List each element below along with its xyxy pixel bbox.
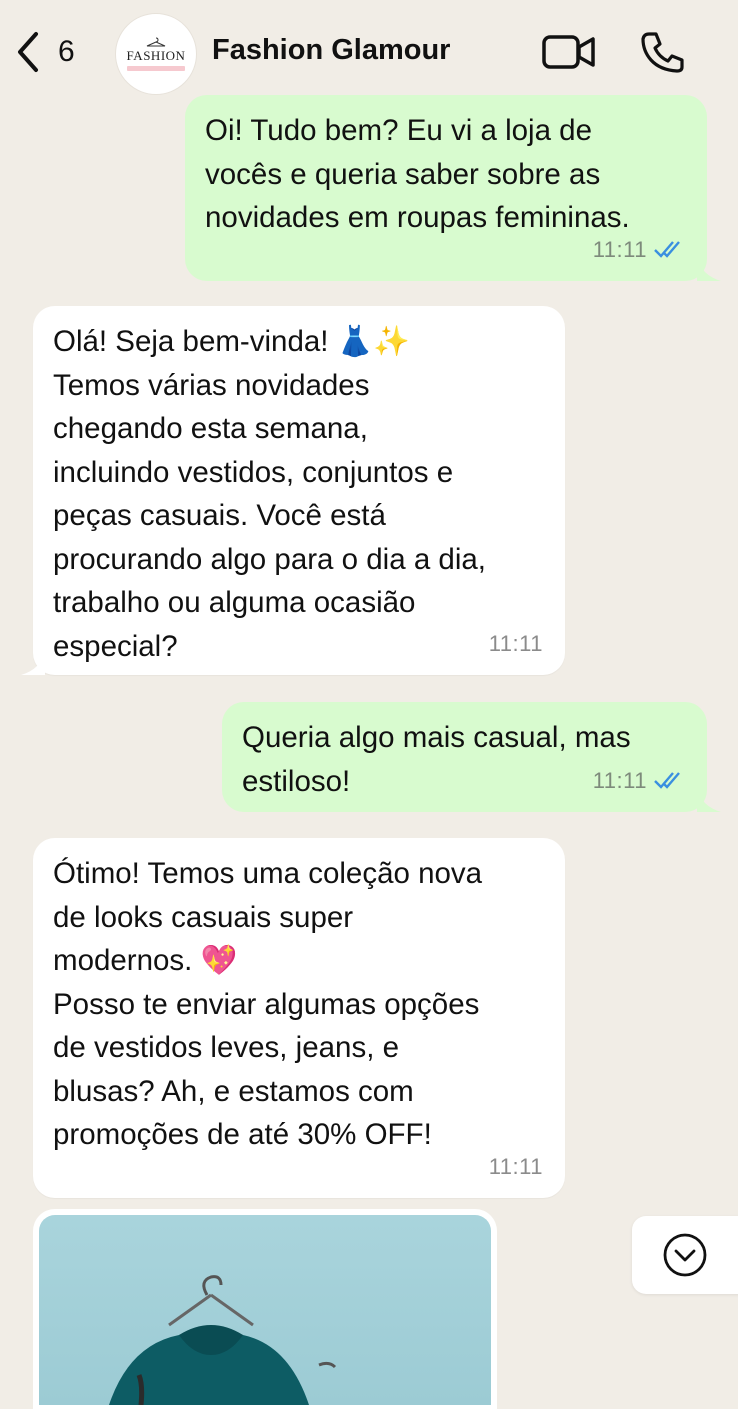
double-check-icon xyxy=(654,241,680,259)
message-bubble-incoming[interactable]: Ótimo! Temos uma coleção nova de looks c… xyxy=(33,838,565,1198)
message-bubble-incoming[interactable]: Olá! Seja bem-vinda! 👗✨ Temos várias nov… xyxy=(21,306,565,675)
message-meta: 11:11 xyxy=(593,228,685,272)
message-time: 11:11 xyxy=(592,767,647,793)
message-meta: 11:11 xyxy=(489,622,543,666)
message-time: 11:11 xyxy=(488,630,543,656)
chevron-down-circle-icon xyxy=(663,1233,707,1277)
contact-avatar[interactable]: FASHION xyxy=(115,13,197,95)
video-call-button[interactable] xyxy=(542,32,596,72)
chevron-left-icon xyxy=(18,32,38,72)
avatar-logo-bar xyxy=(127,66,185,71)
bubble-tail xyxy=(697,788,721,812)
double-check-icon xyxy=(654,772,680,790)
message-bubble-outgoing[interactable]: Queria algo mais casual, mas estiloso! 1… xyxy=(222,702,721,812)
scroll-to-bottom-button[interactable] xyxy=(632,1216,738,1294)
hanger-icon xyxy=(146,37,166,47)
product-image[interactable] xyxy=(39,1215,491,1405)
voice-call-button[interactable] xyxy=(640,30,686,74)
avatar-logo-text: FASHION xyxy=(126,48,186,63)
message-meta: 11:11 xyxy=(489,1145,543,1189)
bubble-tail xyxy=(21,651,45,675)
message-text: Oi! Tudo bem? Eu vi a loja de vocês e qu… xyxy=(205,114,630,234)
message-text: Ótimo! Temos uma coleção nova de looks c… xyxy=(53,857,483,1151)
image-message[interactable] xyxy=(33,1209,497,1409)
message-meta: 11:11 xyxy=(593,759,685,803)
phone-icon xyxy=(641,32,684,73)
message-time: 11:11 xyxy=(592,236,647,262)
unread-count: 6 xyxy=(58,35,75,68)
message-bubble-outgoing[interactable]: Oi! Tudo bem? Eu vi a loja de vocês e qu… xyxy=(185,95,721,281)
back-button[interactable]: 6 xyxy=(14,30,84,74)
chat-header: 6 FASHION Fashion Glamour xyxy=(0,0,738,100)
bubble-tail xyxy=(697,257,721,281)
message-text: Olá! Seja bem-vinda! 👗✨ Temos várias nov… xyxy=(53,325,486,663)
contact-name[interactable]: Fashion Glamour xyxy=(212,34,450,67)
sweater-on-hanger-image xyxy=(109,1275,337,1405)
video-camera-icon xyxy=(542,35,595,69)
message-time: 11:11 xyxy=(488,1153,543,1179)
